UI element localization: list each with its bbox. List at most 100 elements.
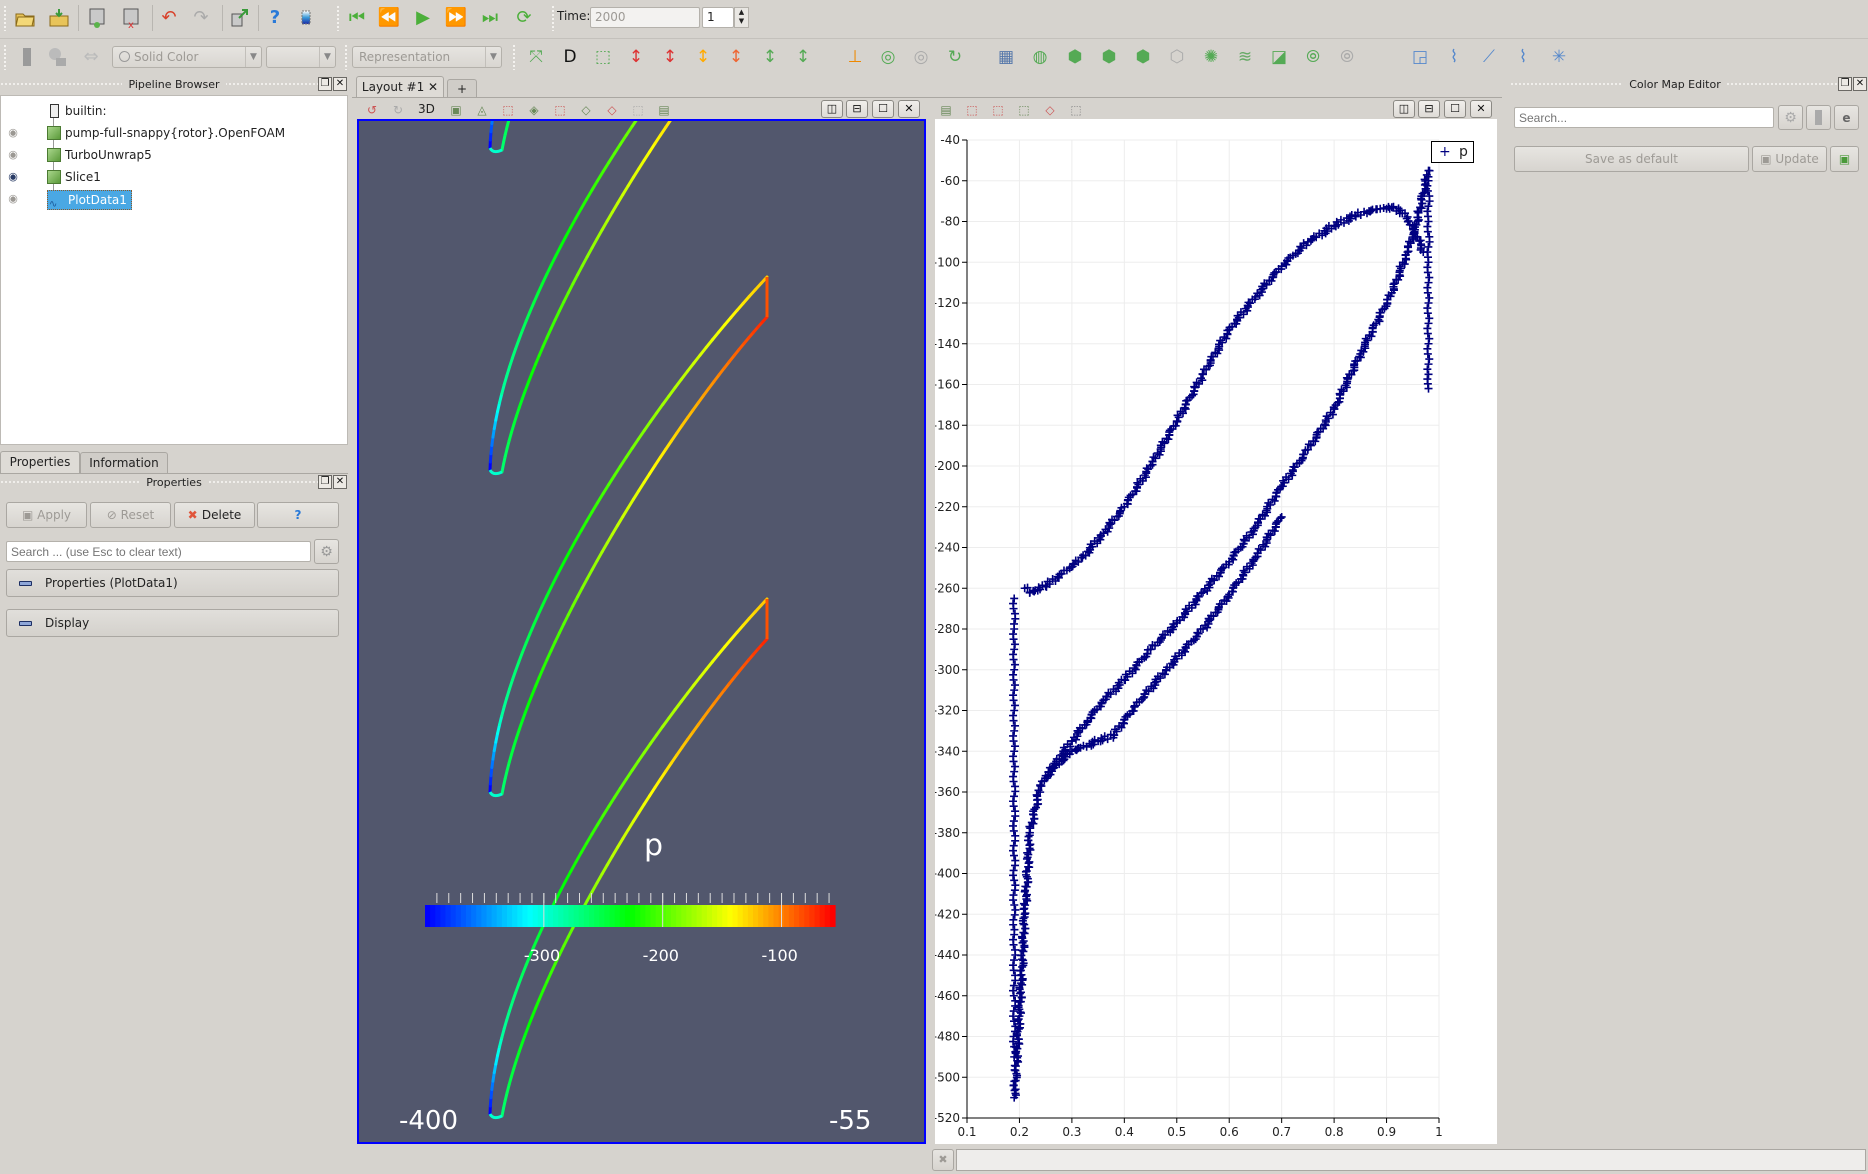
edit-color-map-icon[interactable]: [44, 44, 70, 70]
timestep-spinbox[interactable]: 1: [702, 7, 734, 28]
save-state-icon[interactable]: [226, 5, 252, 31]
axis-icon[interactable]: ✳: [1546, 44, 1572, 70]
select-points-icon[interactable]: ⬚: [964, 102, 980, 118]
split-horizontal-button[interactable]: ◫: [1393, 100, 1415, 118]
close-panel-button[interactable]: ✕: [333, 77, 347, 91]
add-selection-icon[interactable]: ⬚: [1016, 102, 1032, 118]
help-icon[interactable]: ?: [262, 5, 288, 31]
capture-screenshot-icon[interactable]: ▣: [448, 102, 464, 118]
close-view-button[interactable]: ✕: [898, 100, 920, 118]
eye-icon[interactable]: ◉: [5, 192, 21, 206]
select-points-frustum-icon[interactable]: ⬚: [552, 102, 568, 118]
line-chart-view[interactable]: 0.1 0.2 0.3 0.4 0.5 0.6 0.7 0.8 0.9 1 -40 -60 -80 -10…: [933, 119, 1497, 1144]
undo-icon[interactable]: ↶: [156, 5, 182, 31]
extract-selection-icon[interactable]: ◲: [1407, 44, 1433, 70]
plot-over-line-icon[interactable]: ⟋: [1476, 44, 1502, 70]
apply-button[interactable]: ▣ Apply: [6, 502, 87, 528]
loop-icon[interactable]: ⟳: [511, 5, 537, 31]
group-datasets-icon[interactable]: ⦾: [1300, 44, 1326, 70]
select-cells-on-icon[interactable]: ◬: [474, 102, 490, 118]
view-plus-z-icon[interactable]: ↕: [757, 44, 783, 70]
find-data-icon[interactable]: [294, 5, 320, 31]
split-vertical-button[interactable]: ⊟: [1418, 100, 1440, 118]
clear-chart-selection-icon[interactable]: ⬚: [1068, 102, 1084, 118]
select-polygon-chart-icon[interactable]: ◇: [1042, 102, 1058, 118]
glyph-icon[interactable]: ✺: [1198, 44, 1224, 70]
component-combo[interactable]: ▼: [266, 46, 336, 68]
pipeline-item-plotdata1[interactable]: ◉ PlotData1 ∿: [1, 188, 341, 210]
tab-properties[interactable]: Properties: [0, 451, 80, 473]
render-view-3d[interactable]: p -300 -200 -100 -400 -55: [357, 119, 926, 1144]
disconnect-server-icon[interactable]: x: [118, 5, 144, 31]
stream-tracer-icon[interactable]: ≋: [1232, 44, 1258, 70]
float-panel-button[interactable]: ❐: [318, 475, 332, 489]
extract-subset-icon[interactable]: ⬡: [1164, 44, 1190, 70]
properties-search-input[interactable]: [6, 541, 311, 562]
camera-redo-icon[interactable]: ↻: [390, 102, 406, 118]
plot-data-over-time-icon[interactable]: ⌇: [1510, 44, 1536, 70]
toolbar-grip[interactable]: [3, 5, 7, 31]
color-by-combo[interactable]: Solid Color ▼: [112, 46, 262, 68]
select-block-icon[interactable]: ◇: [578, 102, 594, 118]
load-state-icon[interactable]: [46, 5, 72, 31]
color-legend-toggle-button[interactable]: [1806, 105, 1831, 130]
select-polygon-icon[interactable]: ◇: [604, 102, 620, 118]
timestep-stepper[interactable]: ▲ ▼: [734, 7, 749, 28]
pipeline-item-builtin[interactable]: builtin:: [1, 100, 341, 122]
maximize-view-button[interactable]: ☐: [1444, 100, 1466, 118]
gear-icon[interactable]: ⚙: [1778, 105, 1803, 130]
help-button[interactable]: ?: [257, 502, 339, 528]
close-tab-icon[interactable]: ✕: [428, 80, 438, 94]
connect-server-icon[interactable]: [84, 5, 110, 31]
pipeline-item-slice1[interactable]: ◉ Slice1: [1, 166, 341, 188]
spreadsheet-view-icon[interactable]: ▤: [656, 102, 672, 118]
float-panel-button[interactable]: ❐: [318, 77, 332, 91]
pipeline-item-openfoam[interactable]: ◉ pump-full-snappy{rotor}.OpenFOAM: [1, 122, 341, 144]
update-button[interactable]: ▣ Update: [1752, 146, 1827, 172]
view-minus-y-icon[interactable]: ↕: [723, 44, 749, 70]
toggle-3d-button[interactable]: 3D: [418, 102, 435, 116]
tab-information[interactable]: Information: [80, 452, 168, 474]
pipeline-item-turbounwrap5[interactable]: ◉ TurboUnwrap5: [1, 144, 341, 166]
edit-color-legend-icon[interactable]: e: [1834, 105, 1859, 130]
plot-selection-over-time-icon[interactable]: ⌇: [1441, 44, 1467, 70]
split-horizontal-button[interactable]: ◫: [821, 100, 843, 118]
toggle-color-legend-icon[interactable]: [14, 44, 40, 70]
show-center-icon[interactable]: ◎: [875, 44, 901, 70]
section-display[interactable]: Display: [6, 609, 339, 637]
select-points-on-icon[interactable]: ⬚: [500, 102, 516, 118]
zoom-to-box-icon[interactable]: ⬚: [590, 44, 616, 70]
clip-icon[interactable]: ⬢: [1062, 44, 1088, 70]
close-panel-button[interactable]: ✕: [333, 475, 347, 489]
clear-selection-icon[interactable]: ⬚: [630, 102, 646, 118]
open-file-icon[interactable]: [12, 5, 38, 31]
slice-icon[interactable]: ⬢: [1096, 44, 1122, 70]
eye-icon[interactable]: ◉: [5, 170, 21, 184]
color-legend[interactable]: p -300 -200 -100 -400 -55: [359, 121, 924, 1142]
advanced-properties-gear-icon[interactable]: ⚙: [314, 539, 339, 564]
split-vertical-button[interactable]: ⊟: [846, 100, 868, 118]
first-frame-icon[interactable]: ⏮: [344, 5, 370, 31]
eye-icon[interactable]: ◉: [5, 148, 21, 162]
threshold-icon[interactable]: ⬢: [1130, 44, 1156, 70]
close-panel-button[interactable]: ✕: [1853, 77, 1867, 91]
float-panel-button[interactable]: ❐: [1838, 77, 1852, 91]
subtract-selection-icon[interactable]: ⬚: [990, 102, 1006, 118]
reset-center-icon[interactable]: ◎: [908, 44, 934, 70]
pick-center-icon[interactable]: ↻: [942, 44, 968, 70]
show-orientation-axes-icon[interactable]: ⊥: [842, 44, 868, 70]
delete-button[interactable]: ✖ Delete: [174, 502, 255, 528]
save-as-default-button[interactable]: Save as default: [1514, 146, 1749, 172]
reset-camera-undo-icon[interactable]: ↺: [364, 102, 380, 118]
last-frame-icon[interactable]: ⏭: [477, 5, 503, 31]
zoom-to-data-icon[interactable]: D: [557, 44, 583, 70]
cancel-progress-button[interactable]: ✖: [932, 1149, 954, 1171]
view-splitter[interactable]: [928, 120, 932, 1145]
add-layout-tab-button[interactable]: +: [447, 79, 477, 98]
select-cells-frustum-icon[interactable]: ◈: [526, 102, 542, 118]
warp-by-vector-icon[interactable]: ◪: [1266, 44, 1292, 70]
next-frame-icon[interactable]: ⏩: [443, 5, 469, 31]
extract-level-icon[interactable]: ⦾: [1334, 44, 1360, 70]
view-plus-x-icon[interactable]: ↕: [623, 44, 649, 70]
previous-frame-icon[interactable]: ⏪: [376, 5, 402, 31]
